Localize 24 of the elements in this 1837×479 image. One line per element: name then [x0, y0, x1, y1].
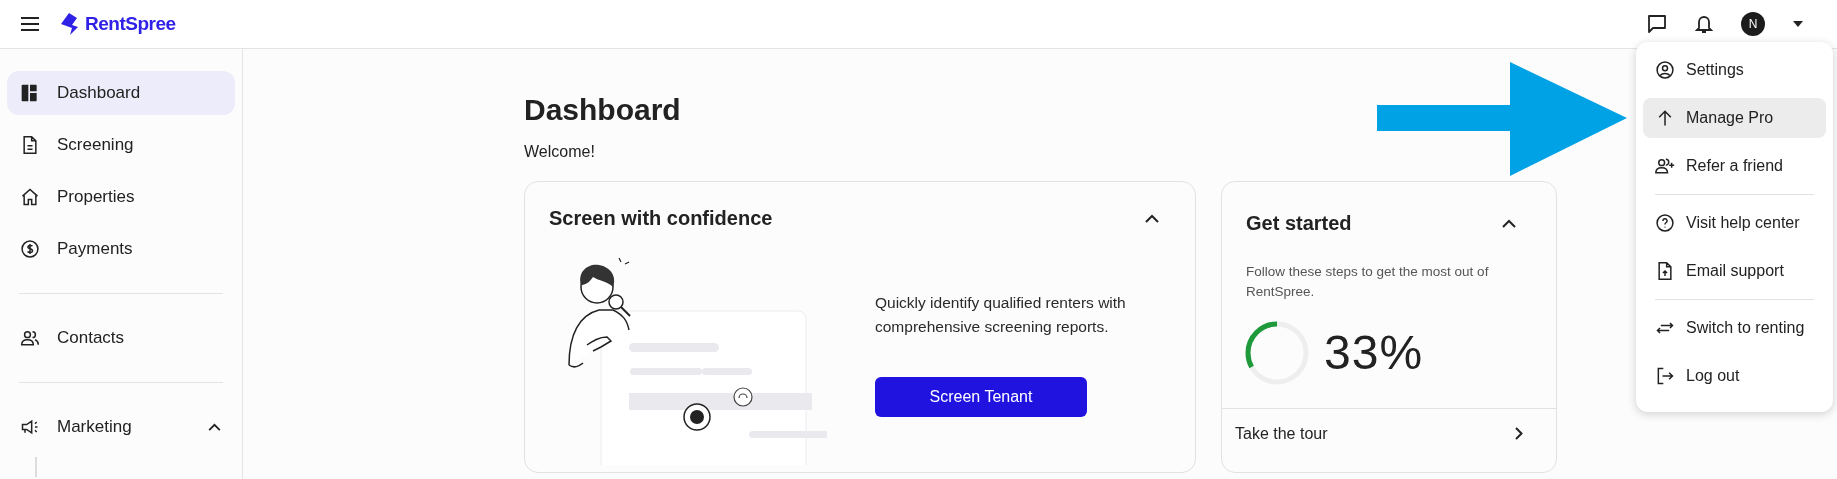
card-title: Get started [1246, 211, 1352, 236]
avatar[interactable]: N [1741, 12, 1765, 36]
sidebar-item[interactable]: Marketing [7, 405, 235, 449]
card-description: Follow these steps to get the most out of RentSpree. [1245, 263, 1490, 301]
menu-item[interactable]: Email support [1643, 251, 1826, 291]
sidebar-item[interactable]: Payments [7, 227, 235, 271]
menu-item[interactable]: Visit help center [1643, 203, 1826, 243]
menu-item[interactable]: Settings [1643, 50, 1826, 90]
card-description: Quickly identify qualified renters with comprehensive screening reports. [875, 293, 1127, 337]
page-title: Dashboard [524, 92, 681, 128]
progress-percent: 33% [1324, 325, 1424, 381]
welcome-text: Welcome! [524, 142, 595, 162]
menu-item[interactable]: Log out [1643, 356, 1826, 396]
take-tour-link[interactable]: Take the tour [1235, 421, 1328, 446]
screen-tenant-button[interactable]: Screen Tenant [875, 377, 1087, 417]
menu-item[interactable]: Manage Pro [1643, 98, 1826, 138]
sidebar-item[interactable]: Screening [7, 123, 235, 167]
sidebar-item[interactable]: Dashboard [7, 71, 235, 115]
menu-item[interactable]: Refer a friend [1643, 146, 1826, 186]
logo-text[interactable]: RentSpree [85, 9, 176, 39]
card-title: Screen with confidence [549, 206, 773, 231]
sidebar-item[interactable]: Properties [7, 175, 235, 219]
sidebar-item[interactable]: Contacts [7, 316, 235, 360]
menu-item[interactable]: Switch to renting [1643, 308, 1826, 348]
